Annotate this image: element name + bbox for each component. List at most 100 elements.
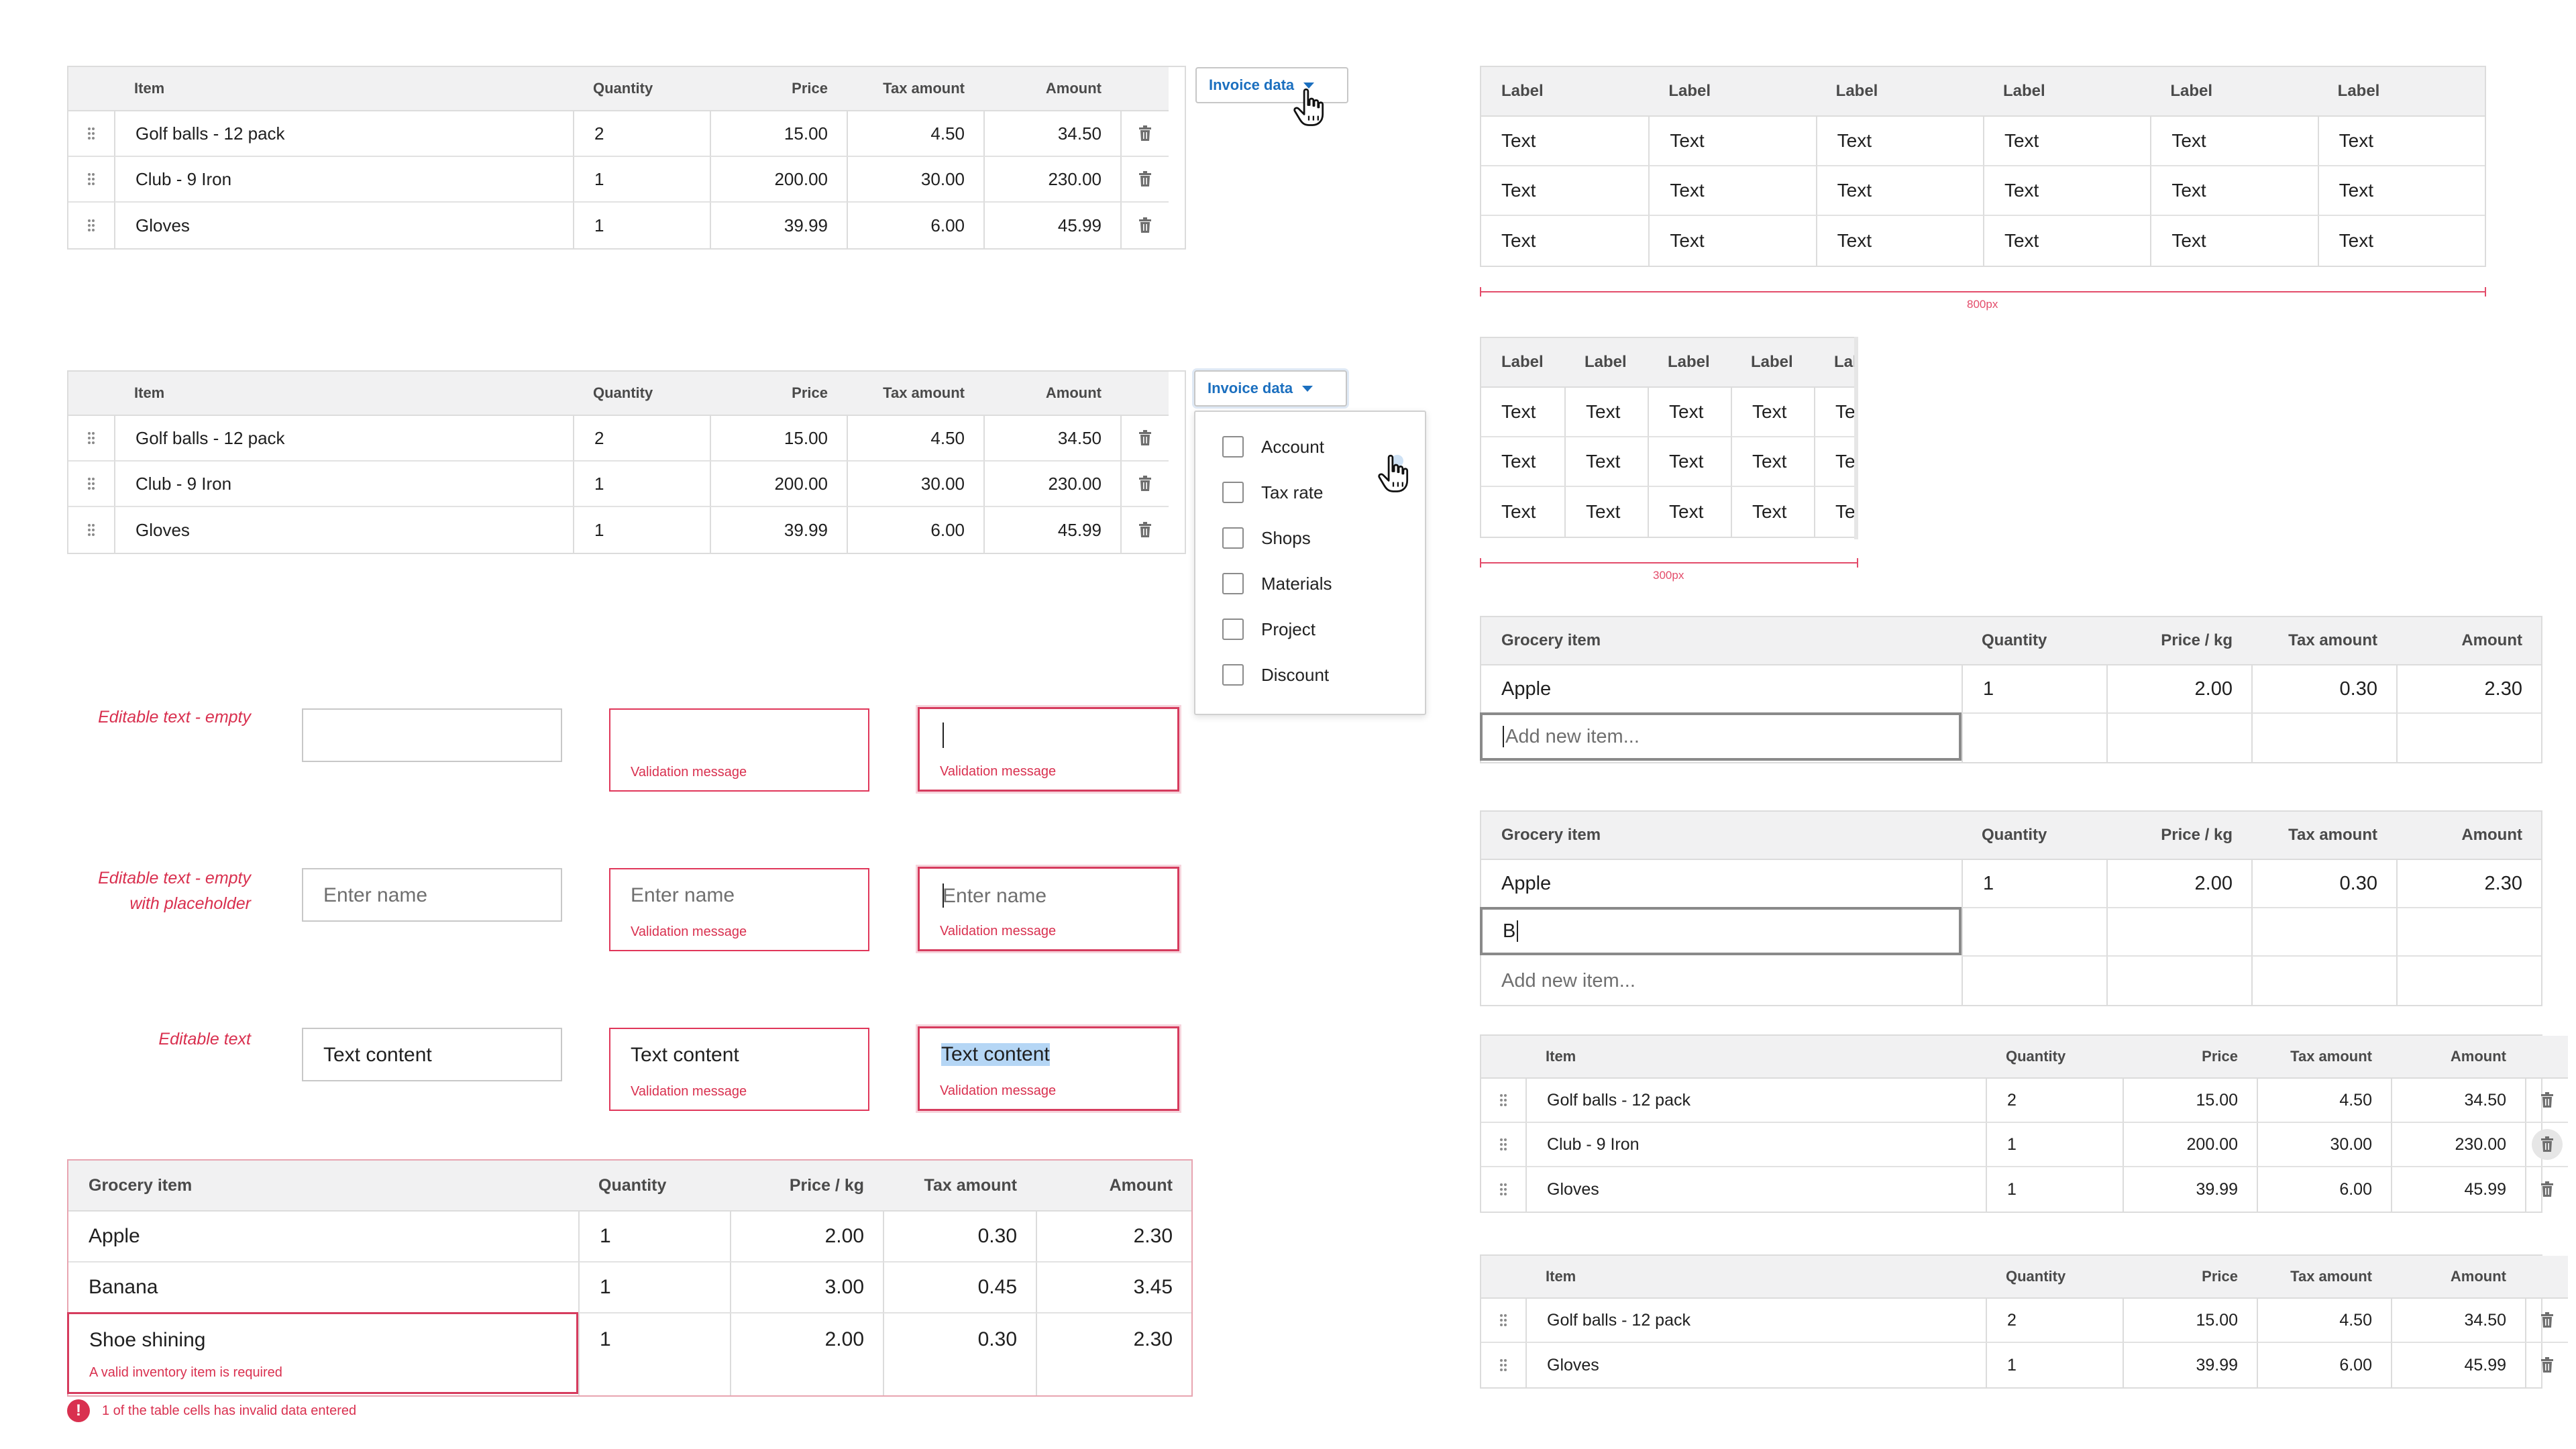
cell-text[interactable]: Text [1731,437,1814,487]
cell-text[interactable]: Text [1982,216,2150,266]
checkbox[interactable] [1222,664,1244,686]
cell-text[interactable]: Text [1982,166,2151,216]
cell-text[interactable]: Text [1564,388,1648,437]
cell-text[interactable]: Text [1982,117,2151,166]
cell-quantity[interactable]: 1 [573,462,710,507]
text-field-content[interactable]: Text content [302,1028,562,1081]
cell-text[interactable]: Text [1731,487,1814,537]
cell-text[interactable]: Text [1564,487,1648,537]
cell-amount[interactable]: 230.00 [983,157,1120,203]
cell-text[interactable]: Text [1814,487,1854,537]
empty-cell[interactable] [2396,957,2541,1005]
drag-handle-icon[interactable] [1481,1167,1525,1212]
cell-amount[interactable]: 3.45 [1036,1263,1191,1313]
cell-tax[interactable]: 0.30 [883,1212,1036,1263]
empty-cell[interactable] [2106,714,2251,762]
cell-amount[interactable]: 34.50 [983,111,1120,157]
checkbox[interactable] [1222,527,1244,549]
trash-icon-hover[interactable] [2525,1123,2568,1167]
drag-handle-icon[interactable] [68,462,114,507]
cell-grocery-item[interactable]: Apple [68,1212,578,1263]
cell-price[interactable]: 2.00 [2106,665,2251,714]
text-field-content-error[interactable]: Text content Validation message [609,1028,869,1111]
cell-text[interactable]: Text [1648,166,1816,216]
cell-quantity[interactable]: 1 [1986,1343,2123,1387]
cell-amount[interactable]: 45.99 [2391,1167,2525,1212]
trash-icon[interactable] [2525,1167,2568,1212]
cell-text[interactable]: Text [2317,216,2485,266]
cell-text[interactable]: Text [1648,117,1816,166]
cell-text[interactable]: Text [1648,216,1815,266]
checkbox[interactable] [1222,619,1244,640]
cell-text[interactable]: Text [2317,166,2485,216]
cell-item[interactable]: Club - 9 Iron [114,157,573,203]
cell-item[interactable]: Golf balls - 12 pack [114,416,573,462]
cell-item[interactable]: Club - 9 Iron [114,462,573,507]
cell-quantity[interactable]: 1 [573,507,710,553]
cell-amount[interactable]: 45.99 [983,203,1120,248]
cell-tax[interactable]: 4.50 [847,111,983,157]
empty-cell[interactable] [2396,908,2541,957]
cell-text[interactable]: Text [1731,388,1814,437]
cell-text[interactable]: Text [1814,388,1854,437]
drag-handle-icon[interactable] [1481,1079,1525,1123]
text-field-empty-error-focused[interactable]: Validation message [918,707,1179,792]
cell-tax[interactable]: 30.00 [847,462,983,507]
cell-item[interactable]: Golf balls - 12 pack [114,111,573,157]
cell-amount[interactable]: 34.50 [2391,1079,2525,1123]
cell-quantity[interactable]: 2 [573,111,710,157]
cell-price[interactable]: 200.00 [710,157,847,203]
cell-quantity[interactable]: 1 [578,1263,730,1313]
text-field-placeholder-error[interactable]: Enter name Validation message [609,868,869,951]
cell-quantity[interactable]: 1 [1962,665,2106,714]
cell-text[interactable]: Text [1815,117,1983,166]
empty-cell[interactable] [2106,908,2251,957]
trash-icon[interactable] [1120,111,1169,157]
cell-text[interactable]: Text [1815,166,1983,216]
cell-item[interactable]: Golf balls - 12 pack [1525,1079,1986,1123]
cell-item[interactable]: Club - 9 Iron [1525,1123,1986,1167]
option-discount[interactable]: Discount [1222,664,1329,686]
cell-tax[interactable]: 0.30 [883,1313,1036,1395]
cell-amount[interactable]: 34.50 [2391,1299,2525,1343]
cell-text[interactable]: Text [1564,437,1648,487]
cell-grocery-item[interactable]: Apple [1481,665,1962,714]
cell-price[interactable]: 15.00 [710,111,847,157]
drag-handle-icon[interactable] [1481,1343,1525,1387]
cell-text[interactable]: Text [2150,166,2318,216]
trash-icon[interactable] [1120,462,1169,507]
cell-amount[interactable]: 230.00 [983,462,1120,507]
cell-price[interactable]: 3.00 [730,1263,883,1313]
cell-tax[interactable]: 30.00 [847,157,983,203]
option-project[interactable]: Project [1222,619,1316,640]
cell-text[interactable]: Text [1648,487,1731,537]
text-field-empty-error[interactable]: Validation message [609,708,869,792]
empty-cell[interactable] [2251,714,2396,762]
trash-icon[interactable] [1120,203,1169,248]
drag-handle-icon[interactable] [1481,1299,1525,1343]
cell-item[interactable]: Gloves [1525,1167,1986,1212]
trash-icon[interactable] [1120,157,1169,203]
cell-price[interactable]: 2.00 [730,1313,883,1395]
cell-tax[interactable]: 0.30 [2251,860,2396,908]
cell-item[interactable]: Gloves [1525,1343,1986,1387]
cell-grocery-item[interactable]: Apple [1481,860,1962,908]
cell-quantity[interactable]: 1 [578,1313,730,1395]
cell-text[interactable]: Text [1481,117,1649,166]
cell-item[interactable]: Golf balls - 12 pack [1525,1299,1986,1343]
invoice-data-dropdown-open[interactable]: Invoice data [1194,370,1347,407]
cell-text[interactable]: Text [1481,166,1649,216]
drag-handle-icon[interactable] [68,416,114,462]
cell-text[interactable]: Text [1815,216,1983,266]
cell-price[interactable]: 200.00 [710,462,847,507]
cell-text[interactable]: Text [1648,388,1731,437]
cell-grocery-item[interactable]: Banana [68,1263,578,1313]
cell-text[interactable]: Text [1481,388,1564,437]
option-tax-rate[interactable]: Tax rate [1222,482,1324,503]
empty-cell[interactable] [2106,957,2251,1005]
option-shops[interactable]: Shops [1222,527,1311,549]
empty-cell[interactable] [2396,714,2541,762]
drag-handle-icon[interactable] [1481,1123,1525,1167]
cell-text[interactable]: Text [1481,216,1648,266]
cell-item[interactable]: Gloves [114,507,573,553]
